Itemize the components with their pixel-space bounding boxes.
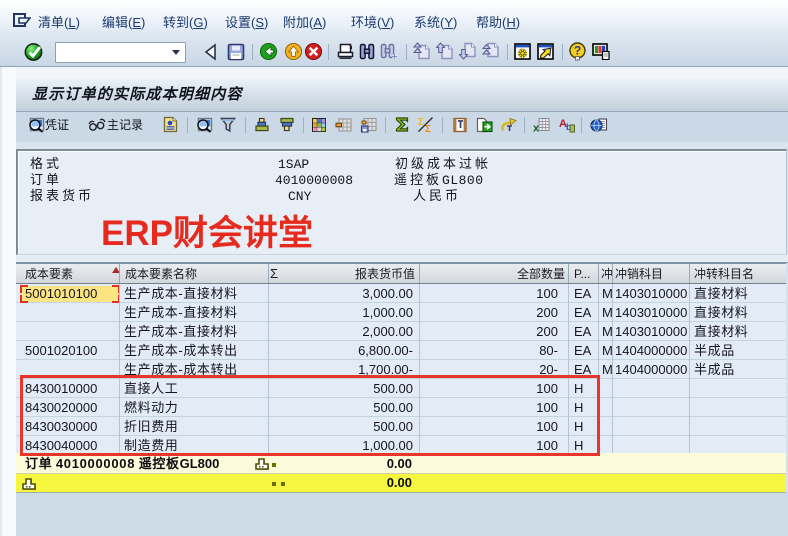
svg-text:Σ: Σ <box>425 124 431 133</box>
svg-text:?: ? <box>574 44 581 58</box>
svg-text:x: x <box>533 123 540 134</box>
